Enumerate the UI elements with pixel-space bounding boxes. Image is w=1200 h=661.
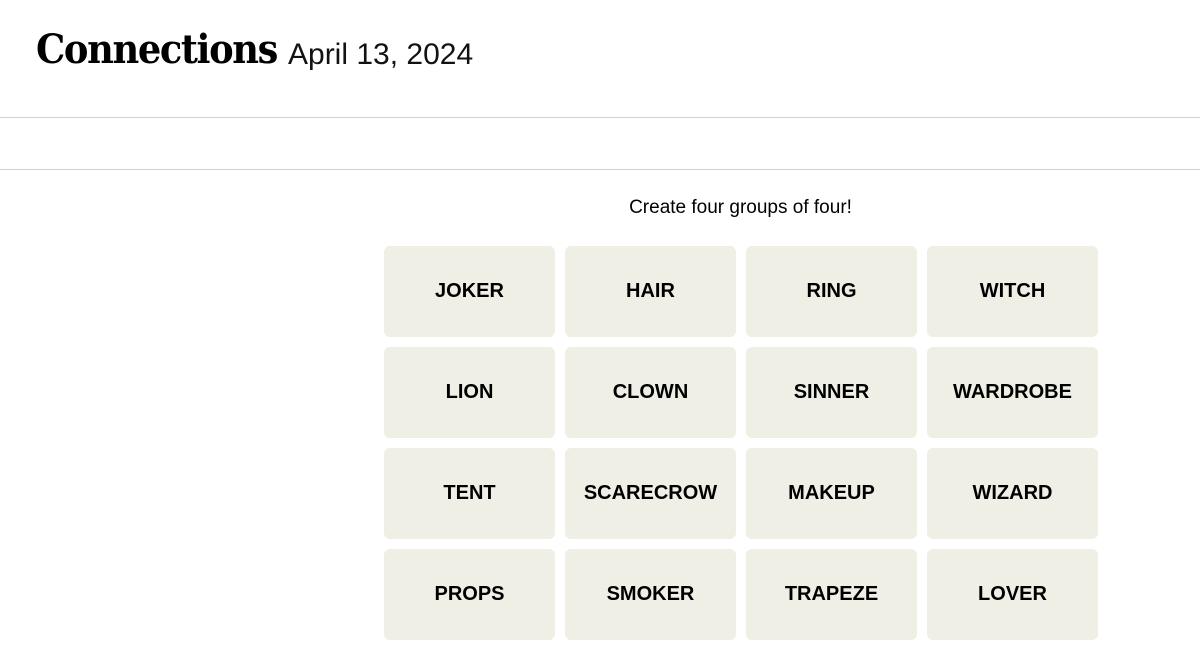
- word-tile[interactable]: SINNER: [746, 347, 917, 438]
- instructions: Create four groups of four!: [629, 197, 852, 218]
- divider: [0, 117, 1200, 118]
- word-tile[interactable]: TRAPEZE: [746, 549, 917, 640]
- word-grid: JOKER HAIR RING WITCH LION CLOWN SINNER …: [384, 246, 1098, 640]
- word-tile[interactable]: SCARECROW: [565, 448, 736, 539]
- word-tile[interactable]: LOVER: [927, 549, 1098, 640]
- word-tile[interactable]: CLOWN: [565, 347, 736, 438]
- word-tile[interactable]: MAKEUP: [746, 448, 917, 539]
- word-tile[interactable]: WARDROBE: [927, 347, 1098, 438]
- word-tile[interactable]: WITCH: [927, 246, 1098, 337]
- puzzle-date: April 13, 2024: [288, 38, 474, 71]
- game-title: Connections: [36, 26, 278, 73]
- word-tile[interactable]: LION: [384, 347, 555, 438]
- word-tile[interactable]: RING: [746, 246, 917, 337]
- word-tile[interactable]: TENT: [384, 448, 555, 539]
- header: Connections April 13, 2024: [0, 0, 1200, 117]
- word-tile[interactable]: SMOKER: [565, 549, 736, 640]
- divider: [0, 169, 1200, 170]
- word-tile[interactable]: HAIR: [565, 246, 736, 337]
- word-tile[interactable]: PROPS: [384, 549, 555, 640]
- word-tile[interactable]: WIZARD: [927, 448, 1098, 539]
- word-tile[interactable]: JOKER: [384, 246, 555, 337]
